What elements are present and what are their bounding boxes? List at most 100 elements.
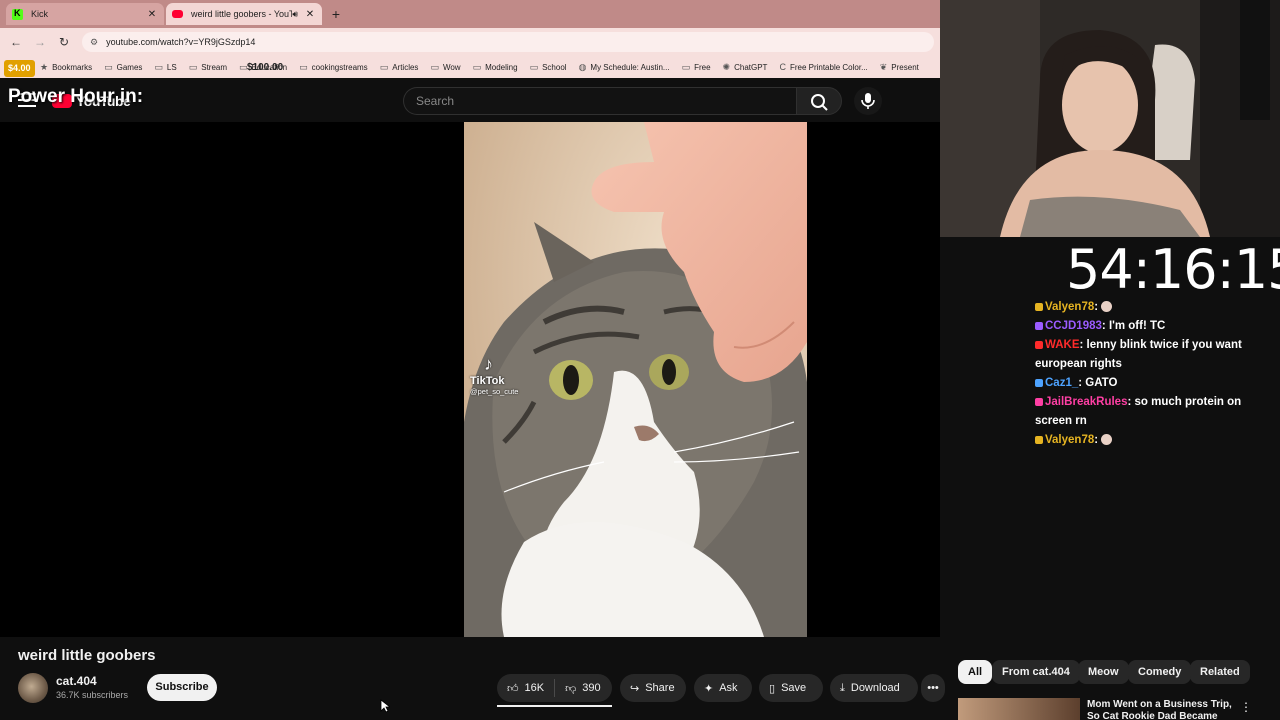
folder-icon: ▭ bbox=[681, 61, 691, 72]
chat-separator: : bbox=[1094, 301, 1102, 313]
bookmark-icon: ▯ bbox=[769, 682, 776, 695]
star-icon: ★ bbox=[40, 61, 49, 72]
bookmark-item[interactable]: ★ Bookmarks bbox=[40, 62, 92, 73]
thumbs-down-icon: 👎︎ bbox=[565, 682, 577, 695]
tab-kick[interactable]: Kick ✕ bbox=[6, 3, 164, 25]
save-label: Save bbox=[781, 682, 807, 694]
chat-username[interactable]: CCJD1983 bbox=[1045, 320, 1102, 332]
webcam-image bbox=[940, 0, 1280, 237]
recommendation-thumbnail[interactable] bbox=[958, 698, 1080, 720]
tiktok-icon: ♪ bbox=[484, 354, 493, 374]
forward-arrow-icon[interactable]: → bbox=[32, 34, 48, 50]
thumbs-up-icon: 👍︎ bbox=[507, 682, 519, 695]
bookmark-item[interactable]: ▭ LS bbox=[154, 62, 176, 73]
countdown-timer: 54:16:15 bbox=[1066, 238, 1280, 301]
folder-icon: ▭ bbox=[472, 61, 482, 72]
ask-button[interactable]: ✦ Ask bbox=[694, 674, 752, 702]
video-title: weird little goobers bbox=[18, 647, 156, 664]
chat-message: WAKE: lenny blink twice if you want euro… bbox=[1035, 336, 1275, 374]
chip-from-channel[interactable]: From cat.404 bbox=[992, 660, 1080, 684]
recommendation-title[interactable]: Mom Went on a Business Trip, So Cat Rook… bbox=[1087, 699, 1232, 720]
like-ratio-bar bbox=[497, 705, 612, 707]
close-tab-icon[interactable]: ✕ bbox=[146, 9, 158, 20]
webcam-overlay bbox=[940, 0, 1280, 237]
bookmark-item[interactable]: ▭ Modeling bbox=[473, 62, 518, 73]
user-badge-icon bbox=[1035, 436, 1043, 444]
ask-label: Ask bbox=[719, 682, 738, 694]
bookmark-item[interactable]: ▭ cookingstreams bbox=[299, 62, 368, 73]
leaf-icon: ❦ bbox=[879, 61, 888, 72]
video-player[interactable]: ♪ TikTok @pet_so_cute bbox=[0, 122, 940, 637]
site-info-icon[interactable]: ⚙ bbox=[90, 37, 98, 48]
chat-message: JailBreakRules: so much protein on scree… bbox=[1035, 393, 1275, 431]
chat-message: Valyen78: bbox=[1035, 298, 1275, 317]
speaker-icon[interactable]: 🔊︎ bbox=[292, 9, 298, 20]
emote-icon bbox=[1101, 301, 1113, 312]
c-icon: C bbox=[779, 62, 786, 72]
bookmark-item[interactable]: ❦ Present bbox=[880, 62, 919, 73]
bookmark-label: Articles bbox=[392, 62, 419, 72]
bookmark-item[interactable]: ▭ Games bbox=[104, 62, 142, 73]
more-actions-button[interactable]: ••• bbox=[921, 674, 945, 702]
kick-icon bbox=[12, 8, 23, 20]
subscribe-button[interactable]: Subscribe bbox=[147, 674, 217, 701]
chip-related[interactable]: Related bbox=[1190, 660, 1250, 684]
more-vertical-icon[interactable]: ⋮ bbox=[1240, 700, 1252, 714]
chat-username[interactable]: WAKE bbox=[1045, 339, 1080, 351]
bookmark-label: My Schedule: Austin... bbox=[590, 62, 670, 72]
bookmark-label: ChatGPT bbox=[734, 62, 768, 72]
bookmark-label: LS bbox=[166, 62, 177, 72]
bookmark-label: cookingstreams bbox=[311, 62, 368, 72]
channel-name[interactable]: cat.404 bbox=[56, 674, 97, 688]
channel-avatar[interactable] bbox=[18, 673, 48, 703]
share-button[interactable]: ↪ Share bbox=[620, 674, 686, 702]
voice-search-button[interactable] bbox=[854, 87, 882, 115]
folder-icon: ▭ bbox=[104, 61, 113, 72]
chip-meow[interactable]: Meow bbox=[1078, 660, 1129, 684]
bookmark-item[interactable]: ▭ School bbox=[530, 62, 567, 73]
chat-username[interactable]: Valyen78 bbox=[1045, 301, 1094, 313]
sparkle-icon: ✦ bbox=[704, 682, 714, 695]
search-input[interactable]: Search bbox=[403, 87, 796, 115]
chat-username[interactable]: Caz1_ bbox=[1045, 377, 1078, 389]
download-button[interactable]: ⤓ Download bbox=[830, 674, 918, 702]
chat-separator: : bbox=[1101, 320, 1109, 332]
save-button[interactable]: ▯ Save bbox=[759, 674, 823, 702]
like-button[interactable]: 👍︎ 16K bbox=[497, 674, 554, 702]
bookmark-item[interactable]: ▭ Stream bbox=[189, 62, 227, 73]
chat-separator: : bbox=[1079, 339, 1087, 351]
folder-icon: ▭ bbox=[529, 61, 539, 72]
chat-username[interactable]: JailBreakRules bbox=[1045, 396, 1127, 408]
bookmark-item[interactable]: C Free Printable Color... bbox=[779, 62, 867, 72]
tab-youtube[interactable]: weird little goobers - YouTube 🔊︎ ✕ bbox=[166, 3, 322, 25]
close-tab-icon[interactable]: ✕ bbox=[304, 9, 316, 20]
microphone-icon bbox=[861, 93, 875, 109]
search-button[interactable] bbox=[796, 87, 842, 115]
bookmark-item[interactable]: ▭ Free bbox=[682, 62, 711, 73]
dislike-button[interactable]: 👎︎ 390 bbox=[555, 674, 611, 702]
emote-icon bbox=[1101, 434, 1113, 445]
tiktok-handle: @pet_so_cute bbox=[470, 387, 519, 396]
chat-message: CCJD1983: I'm off! TC bbox=[1035, 317, 1275, 336]
power-hour-overlay: Power Hour in: bbox=[8, 86, 144, 107]
address-bar[interactable]: ⚙ youtube.com/watch?v=YR9jGSzdp14 bbox=[82, 32, 934, 52]
bookmark-label: Free bbox=[694, 62, 711, 72]
bookmark-item[interactable]: ✺ ChatGPT bbox=[723, 62, 768, 73]
browser-tab-bar: Kick ✕ weird little goobers - YouTube 🔊︎… bbox=[0, 0, 940, 28]
bookmark-item[interactable]: ▭ Articles bbox=[380, 62, 419, 73]
chat-username[interactable]: Valyen78 bbox=[1045, 434, 1094, 446]
chat-text: GATO bbox=[1085, 377, 1118, 389]
bookmark-label: Modeling bbox=[485, 62, 518, 72]
folder-icon: ▭ bbox=[430, 61, 439, 72]
download-label: Download bbox=[850, 682, 900, 694]
video-frame[interactable]: ♪ TikTok @pet_so_cute bbox=[464, 122, 807, 637]
new-tab-button[interactable]: + bbox=[327, 5, 345, 23]
reload-icon[interactable]: ↻ bbox=[56, 34, 72, 50]
chip-comedy[interactable]: Comedy bbox=[1128, 660, 1192, 684]
bookmark-item[interactable]: ▭ Wow bbox=[430, 62, 460, 73]
bookmark-item[interactable]: ◍ My Schedule: Austin... bbox=[579, 62, 670, 73]
screen: Kick ✕ weird little goobers - YouTube 🔊︎… bbox=[0, 0, 1280, 720]
back-arrow-icon[interactable]: ← bbox=[8, 34, 24, 50]
chip-all[interactable]: All bbox=[958, 660, 993, 684]
mouse-cursor-icon bbox=[380, 699, 390, 713]
